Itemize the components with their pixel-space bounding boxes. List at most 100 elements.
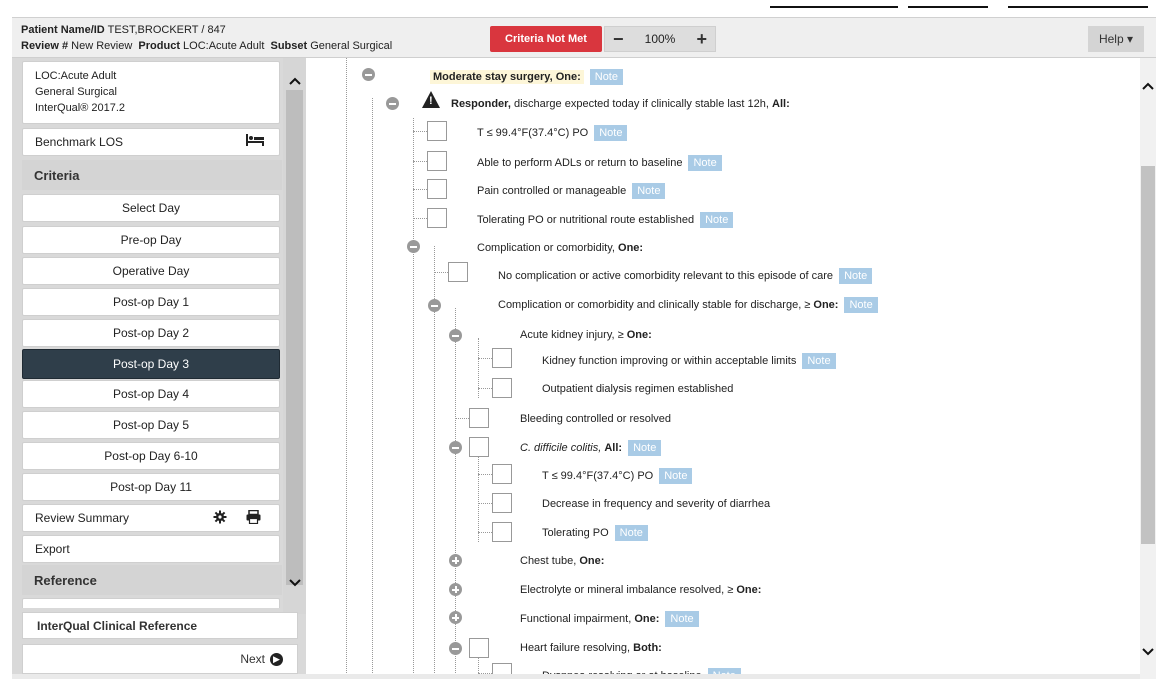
zoom-in-button[interactable]: + xyxy=(696,30,707,48)
collapse-toggle-icon[interactable] xyxy=(449,329,462,342)
day-item[interactable]: Operative Day xyxy=(22,257,280,285)
criteria-checkbox[interactable] xyxy=(448,262,468,282)
criteria-checkbox[interactable] xyxy=(427,151,447,171)
tree-node: No complication or active comorbidity re… xyxy=(498,268,873,284)
collapse-toggle-icon[interactable] xyxy=(407,240,420,253)
top-strip-line xyxy=(908,6,988,8)
tree-node: Kidney function improving or within acce… xyxy=(542,353,836,369)
note-button[interactable]: Note xyxy=(594,125,628,141)
arrow-right-icon: ▶ xyxy=(270,652,283,666)
patient-info: Patient Name/ID TEST,BROCKERT / 847 xyxy=(21,24,226,36)
review-info: Review # New Review Product LOC:Acute Ad… xyxy=(21,40,392,52)
zoom-level: 100% xyxy=(644,32,676,46)
criteria-checkbox[interactable] xyxy=(492,348,512,368)
gear-icon[interactable] xyxy=(213,510,227,527)
collapse-toggle-icon[interactable] xyxy=(449,642,462,655)
day-item-active[interactable]: Post-op Day 3 xyxy=(22,349,280,379)
tree-connector xyxy=(413,131,427,132)
review-summary-item[interactable]: Review Summary xyxy=(22,504,280,532)
criteria-checkbox[interactable] xyxy=(469,408,489,428)
main-scrollbar[interactable] xyxy=(1140,58,1156,679)
note-button[interactable]: Note xyxy=(659,468,693,484)
criteria-checkbox[interactable] xyxy=(427,179,447,199)
tree-node: T ≤ 99.4°F(37.4°C) PO Note xyxy=(477,125,628,141)
product-value: LOC:Acute Adult xyxy=(183,40,265,52)
tree-node: Bleeding controlled or resolved xyxy=(520,413,672,425)
scroll-up-icon[interactable] xyxy=(283,72,306,88)
note-button[interactable]: Note xyxy=(632,183,666,199)
tree-node: Complication or comorbidity, One: xyxy=(477,242,644,254)
scroll-down-icon[interactable] xyxy=(1140,644,1156,659)
tree-node: Pain controlled or manageable Note xyxy=(477,183,666,199)
export-item[interactable]: Export xyxy=(22,535,280,563)
main-scrollbar-thumb[interactable] xyxy=(1141,166,1155,544)
criteria-checkbox[interactable] xyxy=(469,437,489,457)
note-button[interactable]: Note xyxy=(614,525,648,541)
tree-node: Decrease in frequency and severity of di… xyxy=(542,498,771,510)
note-button[interactable]: Note xyxy=(844,297,878,313)
tree-connector xyxy=(455,418,469,419)
tree-connector xyxy=(478,358,492,359)
left-scrollbar-thumb[interactable] xyxy=(286,90,303,585)
day-item[interactable]: Post-op Day 6-10 xyxy=(22,442,280,470)
tree-connector xyxy=(413,189,427,190)
criteria-checkbox[interactable] xyxy=(427,208,447,228)
tree-connector xyxy=(413,161,427,162)
note-button[interactable]: Note xyxy=(688,155,722,171)
criteria-checkbox[interactable] xyxy=(469,638,489,658)
note-button[interactable]: Note xyxy=(665,611,699,627)
tree-guide xyxy=(478,454,479,542)
top-strip xyxy=(0,0,1156,17)
day-item[interactable]: Post-op Day 1 xyxy=(22,288,280,316)
collapse-toggle-icon[interactable] xyxy=(428,299,441,312)
criteria-checkbox[interactable] xyxy=(492,493,512,513)
select-day-item[interactable]: Select Day xyxy=(22,194,280,222)
zoom-out-button[interactable]: − xyxy=(613,30,624,48)
print-icon[interactable] xyxy=(246,509,261,527)
day-item[interactable]: Post-op Day 11 xyxy=(22,473,280,501)
next-label: Next xyxy=(240,652,265,666)
day-item[interactable]: Post-op Day 2 xyxy=(22,319,280,347)
expand-toggle-icon[interactable] xyxy=(449,611,462,624)
criteria-checkbox[interactable] xyxy=(427,121,447,141)
criteria-status-button[interactable]: Criteria Not Met xyxy=(490,26,602,52)
subset-info-card: LOC:Acute Adult General Surgical InterQu… xyxy=(22,61,280,124)
collapse-toggle-icon[interactable] xyxy=(362,68,375,81)
note-button[interactable]: Note xyxy=(802,353,836,369)
tree-node: Responder, discharge expected today if c… xyxy=(451,98,790,110)
scroll-down-icon[interactable] xyxy=(283,574,306,590)
top-strip-line xyxy=(770,6,898,8)
review-value: New Review xyxy=(71,40,133,52)
collapse-toggle-icon[interactable] xyxy=(386,97,399,110)
left-scrollbar[interactable] xyxy=(283,58,306,614)
day-item[interactable]: Post-op Day 4 xyxy=(22,380,280,408)
warning-icon xyxy=(422,91,440,108)
scroll-up-icon[interactable] xyxy=(1140,78,1156,93)
help-button[interactable]: Help ▾ xyxy=(1088,26,1144,52)
criteria-checkbox[interactable] xyxy=(492,522,512,542)
subset-info-line: General Surgical xyxy=(35,86,117,98)
day-item[interactable]: Pre-op Day xyxy=(22,226,280,254)
note-button[interactable]: Note xyxy=(628,440,662,456)
expand-toggle-icon[interactable] xyxy=(449,583,462,596)
benchmark-los-item[interactable]: Benchmark LOS xyxy=(22,128,280,156)
review-summary-label: Review Summary xyxy=(35,511,130,525)
criteria-checkbox[interactable] xyxy=(492,378,512,398)
tree-connector xyxy=(413,218,427,219)
next-button[interactable]: Next ▶ xyxy=(22,644,298,674)
collapse-toggle-icon[interactable] xyxy=(449,441,462,454)
benchmark-los-label: Benchmark LOS xyxy=(35,135,124,149)
clinical-reference-button[interactable]: InterQual Clinical Reference xyxy=(22,612,298,639)
tree-node: Complication or comorbidity and clinical… xyxy=(498,297,878,313)
day-item[interactable]: Post-op Day 5 xyxy=(22,411,280,439)
bottom-scrollbar[interactable] xyxy=(12,674,1140,679)
note-button[interactable]: Note xyxy=(700,212,734,228)
reference-item-partial[interactable] xyxy=(22,598,280,608)
note-button[interactable]: Note xyxy=(839,268,873,284)
note-button[interactable]: Note xyxy=(589,69,623,85)
criteria-checkbox[interactable] xyxy=(492,464,512,484)
tree-guide xyxy=(413,118,414,679)
tree-node: Acute kidney injury, ≥ One: xyxy=(520,329,652,341)
expand-toggle-icon[interactable] xyxy=(449,554,462,567)
tree-node: Moderate stay surgery, One: Note xyxy=(430,69,623,85)
